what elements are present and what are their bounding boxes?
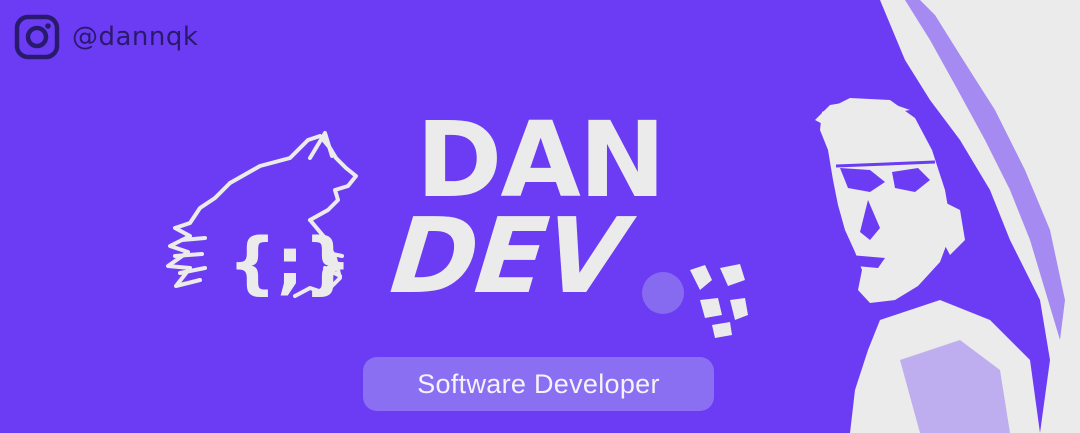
brand-line-dev: DEV bbox=[385, 195, 631, 317]
role-label: Software Developer bbox=[417, 368, 660, 399]
profile-banner: @dannqk {;} DAN DEV Software Developer bbox=[0, 0, 1080, 433]
instagram-icon bbox=[14, 14, 60, 60]
role-badge: Software Developer bbox=[363, 357, 714, 411]
instagram-handle: @dannqk bbox=[72, 22, 199, 52]
howling-wolf-braces-icon: {;} bbox=[166, 131, 358, 303]
logo-braces-text: {;} bbox=[228, 224, 352, 303]
social-handle[interactable]: @dannqk bbox=[14, 14, 198, 60]
accent-dot bbox=[642, 272, 684, 314]
